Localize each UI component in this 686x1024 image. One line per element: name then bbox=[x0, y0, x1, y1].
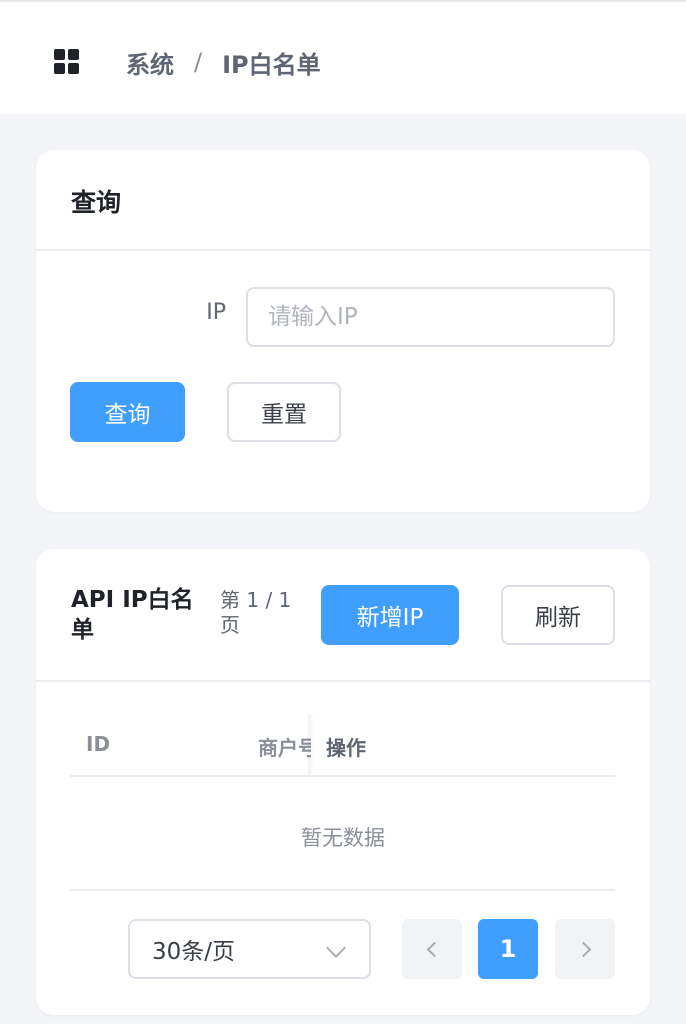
query-card-title: 查询 bbox=[71, 188, 122, 217]
column-header-merchant: 商户号 bbox=[258, 736, 311, 760]
empty-state: 暂无数据 bbox=[301, 826, 385, 850]
ip-label: IP bbox=[206, 300, 226, 325]
next-page-button[interactable] bbox=[555, 919, 615, 979]
fixed-column-shadow bbox=[308, 715, 314, 775]
table-bottom-line bbox=[70, 889, 615, 891]
page-1-button[interactable]: 1 bbox=[478, 919, 538, 979]
add-ip-button[interactable]: 新增IP bbox=[321, 585, 459, 645]
breadcrumb: 系统 / IP白名单 bbox=[126, 45, 321, 79]
prev-page-button[interactable] bbox=[402, 919, 462, 979]
reset-button[interactable]: 重置 bbox=[227, 382, 341, 442]
breadcrumb-root[interactable]: 系统 bbox=[126, 45, 174, 80]
page-size-value: 30条/页 bbox=[152, 939, 236, 965]
column-header-actions: 操作 bbox=[326, 736, 366, 760]
query-card: 查询 IP 查询 重置 bbox=[36, 150, 650, 512]
breadcrumb-separator: / bbox=[194, 48, 203, 76]
chevron-down-icon bbox=[326, 938, 346, 958]
page-info: 第 1 / 1 页 bbox=[220, 588, 292, 637]
page-size-select[interactable]: 30条/页 bbox=[128, 919, 371, 979]
query-card-divider bbox=[36, 249, 650, 251]
ip-input[interactable] bbox=[246, 287, 615, 347]
refresh-button[interactable]: 刷新 bbox=[501, 585, 615, 645]
chevron-left-icon bbox=[426, 941, 442, 957]
list-card-divider bbox=[36, 680, 650, 682]
grid-icon[interactable] bbox=[54, 49, 80, 75]
breadcrumb-current: IP白名单 bbox=[222, 50, 321, 79]
list-card: API IP白名单 第 1 / 1 页 新增IP 刷新 ID 商户号 操作 暂无… bbox=[36, 549, 650, 1015]
column-header-id: ID bbox=[86, 732, 111, 756]
table-header-line bbox=[70, 775, 615, 777]
chevron-right-icon bbox=[575, 941, 591, 957]
query-button[interactable]: 查询 bbox=[70, 382, 185, 442]
top-bar: 系统 / IP白名单 bbox=[0, 0, 686, 114]
list-card-title: API IP白名单 bbox=[71, 587, 194, 643]
